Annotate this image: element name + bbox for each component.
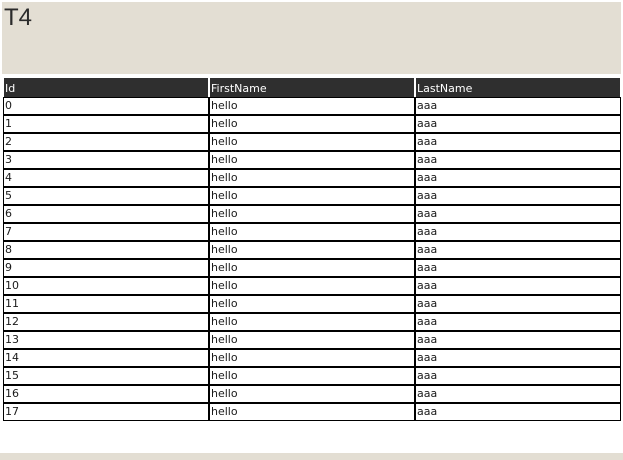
- cell-firstname[interactable]: hello: [209, 367, 415, 385]
- table-row[interactable]: 15 hello aaa: [3, 367, 621, 385]
- cell-lastname[interactable]: aaa: [415, 187, 621, 205]
- table-row[interactable]: 1 hello aaa: [3, 115, 621, 133]
- cell-firstname[interactable]: hello: [209, 295, 415, 313]
- cell-lastname[interactable]: aaa: [415, 259, 621, 277]
- cell-lastname[interactable]: aaa: [415, 367, 621, 385]
- cell-lastname[interactable]: aaa: [415, 403, 621, 421]
- cell-id[interactable]: 14: [3, 349, 209, 367]
- cell-lastname[interactable]: aaa: [415, 97, 621, 115]
- cell-lastname[interactable]: aaa: [415, 385, 621, 403]
- table-row[interactable]: 3 hello aaa: [3, 151, 621, 169]
- table-header: Id FirstName LastName: [3, 78, 621, 97]
- cell-lastname[interactable]: aaa: [415, 331, 621, 349]
- cell-id[interactable]: 15: [3, 367, 209, 385]
- cell-id[interactable]: 5: [3, 187, 209, 205]
- cell-id[interactable]: 16: [3, 385, 209, 403]
- cell-id[interactable]: 9: [3, 259, 209, 277]
- cell-firstname[interactable]: hello: [209, 97, 415, 115]
- cell-id[interactable]: 11: [3, 295, 209, 313]
- column-header-firstname[interactable]: FirstName: [209, 78, 415, 97]
- header-row: Id FirstName LastName: [3, 78, 621, 97]
- table-row[interactable]: 2 hello aaa: [3, 133, 621, 151]
- table-row[interactable]: 16 hello aaa: [3, 385, 621, 403]
- data-table: Id FirstName LastName 0 hello aaa 1 hello aaa…: [3, 78, 621, 421]
- table-row[interactable]: 5 hello aaa: [3, 187, 621, 205]
- column-header-lastname[interactable]: LastName: [415, 78, 621, 97]
- cell-firstname[interactable]: hello: [209, 241, 415, 259]
- cell-id[interactable]: 4: [3, 169, 209, 187]
- scrollbar-track[interactable]: [0, 453, 623, 460]
- cell-lastname[interactable]: aaa: [415, 295, 621, 313]
- cell-firstname[interactable]: hello: [209, 187, 415, 205]
- table-row[interactable]: 7 hello aaa: [3, 223, 621, 241]
- cell-firstname[interactable]: hello: [209, 277, 415, 295]
- table-row[interactable]: 14 hello aaa: [3, 349, 621, 367]
- cell-lastname[interactable]: aaa: [415, 151, 621, 169]
- table-row[interactable]: 10 hello aaa: [3, 277, 621, 295]
- cell-firstname[interactable]: hello: [209, 313, 415, 331]
- table-row[interactable]: 12 hello aaa: [3, 313, 621, 331]
- cell-firstname[interactable]: hello: [209, 259, 415, 277]
- page-header: T4: [2, 2, 621, 74]
- table-body: 0 hello aaa 1 hello aaa 2 hello aaa 3 hello aaa 4 hel…: [3, 97, 621, 421]
- page-title: T4: [4, 4, 33, 31]
- table-row[interactable]: 4 hello aaa: [3, 169, 621, 187]
- cell-lastname[interactable]: aaa: [415, 241, 621, 259]
- table-row[interactable]: 9 hello aaa: [3, 259, 621, 277]
- table-row[interactable]: 0 hello aaa: [3, 97, 621, 115]
- cell-lastname[interactable]: aaa: [415, 223, 621, 241]
- cell-firstname[interactable]: hello: [209, 349, 415, 367]
- cell-id[interactable]: 2: [3, 133, 209, 151]
- cell-firstname[interactable]: hello: [209, 331, 415, 349]
- cell-lastname[interactable]: aaa: [415, 349, 621, 367]
- column-header-id[interactable]: Id: [3, 78, 209, 97]
- cell-firstname[interactable]: hello: [209, 151, 415, 169]
- cell-id[interactable]: 10: [3, 277, 209, 295]
- cell-firstname[interactable]: hello: [209, 385, 415, 403]
- cell-lastname[interactable]: aaa: [415, 313, 621, 331]
- cell-lastname[interactable]: aaa: [415, 133, 621, 151]
- cell-id[interactable]: 12: [3, 313, 209, 331]
- cell-firstname[interactable]: hello: [209, 223, 415, 241]
- table-row[interactable]: 6 hello aaa: [3, 205, 621, 223]
- cell-id[interactable]: 17: [3, 403, 209, 421]
- cell-firstname[interactable]: hello: [209, 403, 415, 421]
- table-row[interactable]: 8 hello aaa: [3, 241, 621, 259]
- table-row[interactable]: 13 hello aaa: [3, 331, 621, 349]
- cell-id[interactable]: 6: [3, 205, 209, 223]
- cell-firstname[interactable]: hello: [209, 115, 415, 133]
- table-row[interactable]: 11 hello aaa: [3, 295, 621, 313]
- cell-id[interactable]: 13: [3, 331, 209, 349]
- cell-lastname[interactable]: aaa: [415, 115, 621, 133]
- cell-firstname[interactable]: hello: [209, 133, 415, 151]
- data-grid: Id FirstName LastName 0 hello aaa 1 hello aaa…: [3, 78, 621, 453]
- app-frame: T4 Id FirstName LastName 0 hello aaa 1 hello…: [0, 0, 623, 460]
- table-row[interactable]: 17 hello aaa: [3, 403, 621, 421]
- cell-id[interactable]: 0: [3, 97, 209, 115]
- cell-lastname[interactable]: aaa: [415, 169, 621, 187]
- cell-id[interactable]: 3: [3, 151, 209, 169]
- cell-id[interactable]: 7: [3, 223, 209, 241]
- cell-lastname[interactable]: aaa: [415, 277, 621, 295]
- cell-lastname[interactable]: aaa: [415, 205, 621, 223]
- cell-id[interactable]: 8: [3, 241, 209, 259]
- cell-id[interactable]: 1: [3, 115, 209, 133]
- cell-firstname[interactable]: hello: [209, 205, 415, 223]
- cell-firstname[interactable]: hello: [209, 169, 415, 187]
